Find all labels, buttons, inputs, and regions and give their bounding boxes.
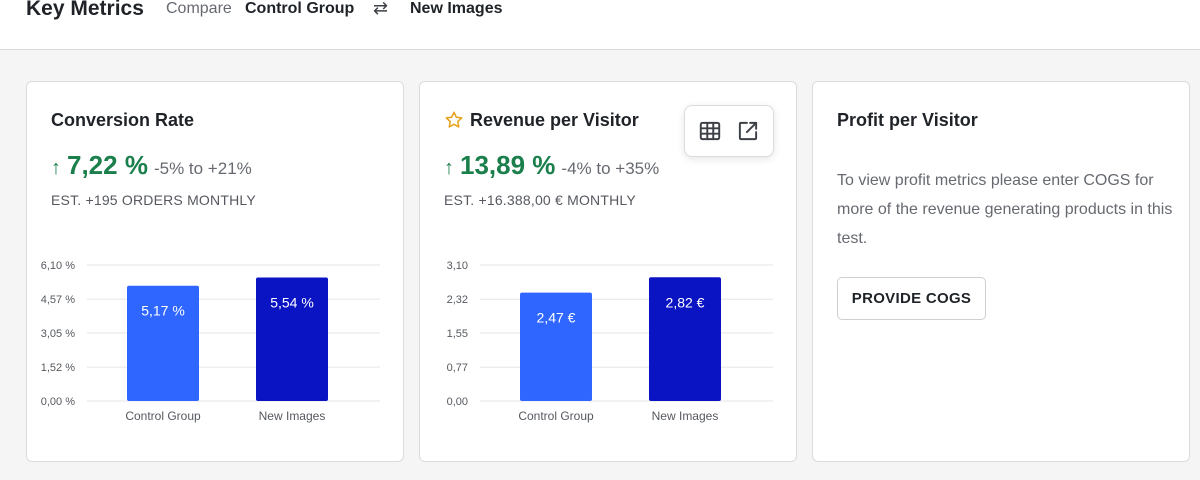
y-tick-label: 0,77	[447, 362, 468, 374]
arrow-up-icon: ↑	[51, 157, 61, 179]
y-tick-label: 0,00 %	[41, 396, 75, 408]
page-title: Key Metrics	[26, 0, 144, 20]
compare-label: Compare	[166, 0, 232, 17]
arrow-up-icon: ↑	[444, 157, 454, 179]
bar-data-label: 2,47 €	[537, 310, 576, 326]
star-icon[interactable]	[444, 110, 464, 130]
metric-value: 13,89 %	[460, 150, 556, 180]
x-tick-label: New Images	[652, 409, 719, 423]
bar-data-label: 5,17 %	[141, 303, 185, 319]
card-title: Conversion Rate	[51, 110, 195, 130]
y-tick-label: 1,52 %	[41, 362, 75, 374]
metric-row: ↑ 13,89 % -4% to +35%	[444, 150, 659, 182]
card-toolbar	[684, 105, 774, 157]
bar-data-label: 2,82 €	[666, 294, 705, 310]
table-icon[interactable]	[697, 118, 723, 144]
x-tick-label: New Images	[259, 409, 326, 423]
y-tick-label: 6,10 %	[41, 260, 75, 272]
revenue-chart: 0,00 0,77 1,55 2,32 3,10 2,47 € Control Group 2…	[447, 260, 773, 423]
x-tick-label: Control Group	[518, 409, 594, 423]
metric-estimate: EST. +16.388,00 € MONTHLY	[444, 192, 636, 208]
profit-per-visitor-card: Profit per Visitor To view profit metric…	[812, 81, 1190, 462]
conversion-chart: 0,00 % 1,52 % 3,05 % 4,57 % 6,10 % 5,17 % Cont…	[41, 260, 380, 423]
y-tick-label: 0,00	[447, 396, 468, 408]
x-tick-label: Control Group	[125, 409, 201, 423]
y-tick-label: 3,05 %	[41, 328, 75, 340]
external-link-icon[interactable]	[735, 118, 761, 144]
y-tick-label: 3,10	[447, 260, 468, 272]
card-title: Profit per Visitor	[837, 110, 978, 130]
swap-icon[interactable]: ⇄	[373, 0, 388, 19]
bar-data-label: 5,54 %	[270, 294, 314, 310]
metric-row: ↑ 7,22 % -5% to +21%	[51, 150, 252, 182]
cogs-info-text: To view profit metrics please enter COGS…	[837, 172, 1173, 247]
metric-range: -5% to +21%	[153, 159, 252, 178]
header-bar: Key Metrics Compare Control Group ⇄ New …	[0, 0, 1200, 50]
revenue-per-visitor-card: Revenue per Visitor ↑ 13,89 % -4% to +35…	[419, 81, 797, 462]
compare-group-b[interactable]: New Images	[410, 0, 502, 18]
card-title: Revenue per Visitor	[470, 110, 639, 130]
metric-value: 7,22 %	[67, 150, 148, 180]
conversion-rate-card: Conversion Rate ↑ 7,22 % -5% to +21% EST…	[26, 81, 404, 462]
y-tick-label: 2,32	[447, 294, 468, 306]
metric-range: -4% to +35%	[561, 159, 660, 178]
metric-estimate: EST. +195 ORDERS MONTHLY	[51, 192, 256, 208]
y-tick-label: 4,57 %	[41, 294, 75, 306]
compare-group-a[interactable]: Control Group	[245, 0, 354, 18]
y-tick-label: 1,55	[447, 328, 468, 340]
provide-cogs-button[interactable]: PROVIDE COGS	[837, 277, 986, 320]
